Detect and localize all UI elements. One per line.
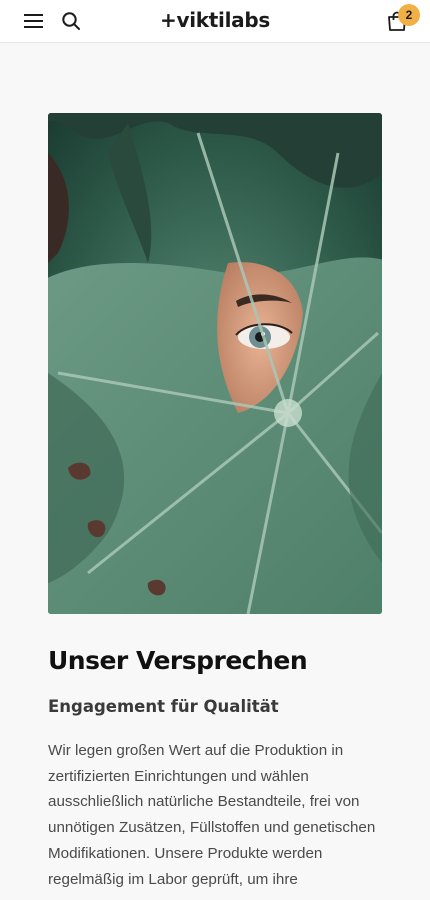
logo[interactable]: +viktilabs — [0, 8, 430, 32]
cart-count-badge: 2 — [398, 4, 420, 26]
section-subtitle: Engagement für Qualität — [48, 697, 279, 716]
site-header: +viktilabs 2 — [0, 0, 430, 43]
section-title: Unser Versprechen — [48, 646, 308, 675]
hero-image — [48, 113, 382, 614]
section-body-text: Wir legen großen Wert auf die Produktion… — [48, 742, 376, 888]
